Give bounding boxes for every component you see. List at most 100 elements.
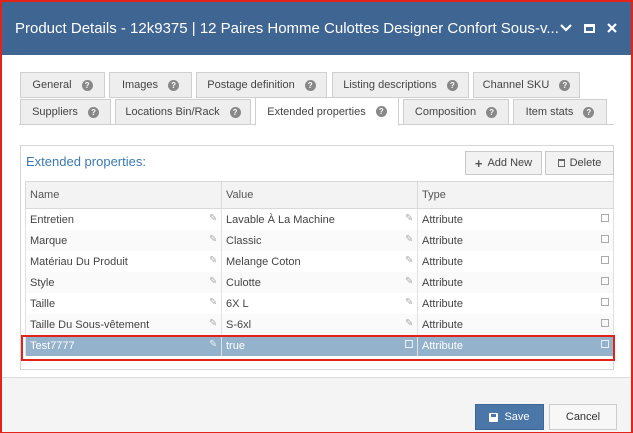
cancel-label: Cancel xyxy=(565,411,601,423)
table-row[interactable]: Taille Du Sous-vêtement ✎ S-6xl ✎ Attribut… xyxy=(25,314,614,335)
edit-icon[interactable]: ✎ xyxy=(405,277,414,287)
dropdown-icon[interactable] xyxy=(601,340,609,348)
floppy-disk-icon xyxy=(489,412,499,422)
help-icon: ? xyxy=(168,79,180,91)
name-cell[interactable]: Entretien ✎ xyxy=(25,208,222,230)
tab-label: General xyxy=(32,79,72,91)
help-icon: ? xyxy=(446,79,458,91)
cell-text: Melange Coton xyxy=(226,255,301,268)
dropdown-icon[interactable] xyxy=(601,298,609,306)
tab-general[interactable]: General ? xyxy=(20,72,105,98)
tab-images[interactable]: Images ? xyxy=(109,72,192,98)
cell-text: Matériau Du Produit xyxy=(30,255,128,268)
tab-extended-properties[interactable]: Extended properties ? xyxy=(255,97,399,126)
table-row-selected[interactable]: Test7777 ✎ true Attribute xyxy=(25,335,614,356)
table-row[interactable]: Marque ✎ Classic ✎ Attribute xyxy=(25,230,614,251)
edit-icon[interactable]: ✎ xyxy=(209,214,218,224)
edit-icon[interactable]: ✎ xyxy=(209,298,218,308)
cell-text: true xyxy=(226,339,245,352)
value-cell[interactable]: true xyxy=(221,335,418,356)
edit-icon[interactable]: ✎ xyxy=(405,235,414,245)
name-cell[interactable]: Marque ✎ xyxy=(25,230,222,251)
dropdown-icon[interactable] xyxy=(601,256,609,264)
type-cell[interactable]: Attribute xyxy=(417,314,614,335)
value-cell[interactable]: Melange Coton ✎ xyxy=(221,251,418,272)
save-label: Save xyxy=(504,411,530,423)
type-cell[interactable]: Attribute xyxy=(417,208,614,230)
add-new-button[interactable]: + Add New xyxy=(465,151,542,175)
name-cell[interactable]: Style ✎ xyxy=(25,272,222,293)
help-icon: ? xyxy=(375,106,387,117)
cell-text: Attribute xyxy=(422,276,463,289)
value-cell[interactable]: Lavable À La Machine ✎ xyxy=(221,208,418,230)
dialog-footer: Save Cancel xyxy=(2,377,631,432)
close-icon[interactable] xyxy=(605,21,619,35)
edit-icon[interactable]: ✎ xyxy=(209,319,218,329)
product-details-dialog: Product Details - 12k9375 | 12 Paires Ho… xyxy=(0,0,633,433)
help-icon: ? xyxy=(229,106,241,118)
tab-composition[interactable]: Composition ? xyxy=(403,99,509,125)
delete-button[interactable]: Delete xyxy=(545,151,614,175)
help-icon: ? xyxy=(486,106,498,118)
tab-postage-definition[interactable]: Postage definition ? xyxy=(196,72,327,98)
edit-icon[interactable]: ✎ xyxy=(405,256,414,266)
value-cell[interactable]: Culotte ✎ xyxy=(221,272,418,293)
type-cell[interactable]: Attribute xyxy=(417,230,614,251)
name-cell[interactable]: Matériau Du Produit ✎ xyxy=(25,251,222,272)
table-row[interactable]: Style ✎ Culotte ✎ Attribute xyxy=(25,272,614,293)
type-cell[interactable]: Attribute xyxy=(417,251,614,272)
dropdown-icon[interactable] xyxy=(601,277,609,285)
panel-title: Extended properties: xyxy=(26,154,146,169)
dropdown-icon[interactable] xyxy=(405,340,413,348)
value-cell[interactable]: S-6xl ✎ xyxy=(221,314,418,335)
name-cell[interactable]: Test7777 ✎ xyxy=(25,335,222,356)
tab-suppliers[interactable]: Suppliers ? xyxy=(20,99,111,125)
name-cell[interactable]: Taille ✎ xyxy=(25,293,222,314)
dropdown-icon[interactable] xyxy=(601,235,609,243)
table-row[interactable]: Taille ✎ 6X L ✎ Attribute xyxy=(25,293,614,314)
value-cell[interactable]: 6X L ✎ xyxy=(221,293,418,314)
chevron-down-icon[interactable] xyxy=(559,21,573,35)
edit-icon[interactable]: ✎ xyxy=(405,298,414,308)
edit-icon[interactable]: ✎ xyxy=(405,214,414,224)
save-button[interactable]: Save xyxy=(475,404,544,430)
cell-text: Attribute xyxy=(422,318,463,331)
tab-label: Locations Bin/Rack xyxy=(125,106,220,118)
delete-label: Delete xyxy=(569,157,602,169)
cell-text: Attribute xyxy=(422,255,463,268)
edit-icon[interactable]: ✎ xyxy=(209,340,218,350)
edit-icon[interactable]: ✎ xyxy=(209,235,218,245)
name-cell[interactable]: Taille Du Sous-vêtement ✎ xyxy=(25,314,222,335)
tab-item-stats[interactable]: Item stats ? xyxy=(513,99,607,125)
tab-channel-sku[interactable]: Channel SKU ? xyxy=(473,72,580,98)
tab-label: Extended properties xyxy=(267,105,366,118)
dropdown-icon[interactable] xyxy=(601,214,609,222)
dropdown-icon[interactable] xyxy=(601,319,609,327)
tab-label: Item stats xyxy=(525,106,574,118)
edit-icon[interactable]: ✎ xyxy=(209,256,218,266)
type-cell[interactable]: Attribute xyxy=(417,272,614,293)
tab-locations-bin-rack[interactable]: Locations Bin/Rack ? xyxy=(115,99,251,125)
cell-text: Test7777 xyxy=(30,339,75,352)
column-header-name[interactable]: Name xyxy=(25,181,222,209)
tab-label: Postage definition xyxy=(207,79,295,91)
type-cell[interactable]: Attribute xyxy=(417,335,614,356)
cell-text: Classic xyxy=(226,234,262,247)
table-row[interactable]: Matériau Du Produit ✎ Melange Coton ✎ Attr… xyxy=(25,251,614,272)
column-header-type[interactable]: Type xyxy=(417,181,614,209)
add-new-label: Add New xyxy=(487,157,533,169)
help-icon: ? xyxy=(559,79,571,91)
cell-text: Taille xyxy=(30,297,56,310)
edit-icon[interactable]: ✎ xyxy=(405,319,414,329)
help-icon: ? xyxy=(583,106,595,118)
cancel-button[interactable]: Cancel xyxy=(549,404,617,430)
column-header-value[interactable]: Value xyxy=(221,181,418,209)
cell-text: Taille Du Sous-vêtement xyxy=(30,318,150,331)
type-cell[interactable]: Attribute xyxy=(417,293,614,314)
table-row[interactable]: Entretien ✎ Lavable À La Machine ✎ Attribu… xyxy=(25,208,614,230)
tab-listing-descriptions[interactable]: Listing descriptions ? xyxy=(332,72,469,98)
cell-text: Attribute xyxy=(422,213,463,226)
maximize-icon[interactable] xyxy=(582,21,596,35)
value-cell[interactable]: Classic ✎ xyxy=(221,230,418,251)
edit-icon[interactable]: ✎ xyxy=(209,277,218,287)
